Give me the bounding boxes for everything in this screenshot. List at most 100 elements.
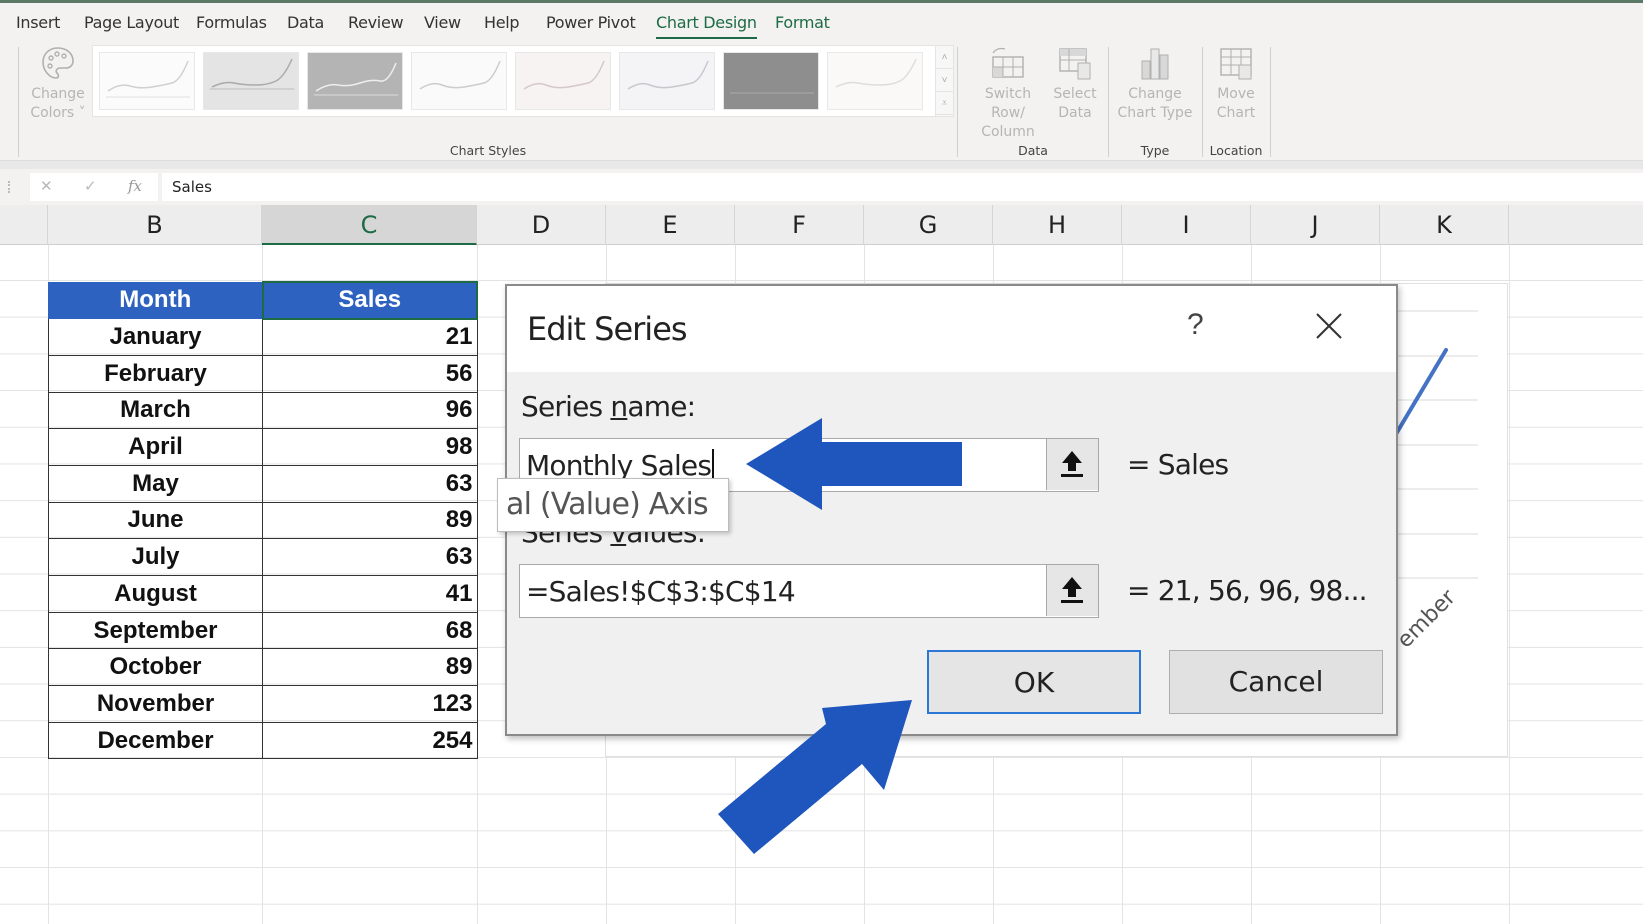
cancel-formula-icon[interactable]: ✕ — [40, 177, 53, 195]
ok-button[interactable]: OK — [927, 650, 1141, 714]
column-header-k[interactable]: K — [1380, 205, 1509, 245]
month-header-cell[interactable]: Month — [48, 281, 263, 320]
sales-cell[interactable]: 89 — [262, 648, 478, 687]
sales-cell[interactable]: 98 — [262, 428, 478, 466]
column-header-b[interactable]: B — [48, 205, 262, 245]
series-values-collapse-button[interactable] — [1046, 565, 1098, 616]
chart-style-6[interactable] — [619, 52, 715, 110]
month-cell[interactable]: November — [48, 685, 263, 723]
month-cell[interactable]: April — [48, 428, 263, 466]
chart-style-3[interactable] — [307, 52, 403, 110]
grid-line — [1509, 245, 1510, 924]
sales-cell[interactable]: 41 — [262, 575, 478, 613]
sales-cell[interactable]: 123 — [262, 685, 478, 723]
gallery-scroll-up-icon[interactable]: ˄ — [936, 46, 953, 69]
ribbon-separator — [957, 47, 958, 157]
column-header-h[interactable]: H — [993, 205, 1122, 245]
location-group-label: Location — [1209, 143, 1263, 158]
month-cell[interactable]: June — [48, 501, 263, 540]
column-header-e[interactable]: E — [606, 205, 735, 245]
series-name-label: Series name: — [521, 390, 696, 423]
column-header-g[interactable]: G — [864, 205, 993, 245]
column-header-d[interactable]: D — [477, 205, 606, 245]
change-colors-label-2: Colors ˅ — [30, 105, 86, 121]
switch-row-column-button[interactable]: Switch Row/ Column — [966, 45, 1050, 142]
sales-header-cell[interactable]: Sales — [261, 281, 478, 320]
label-text: ame: — [627, 390, 696, 423]
tab-data[interactable]: Data — [287, 13, 324, 32]
tab-power-pivot[interactable]: Power Pivot — [546, 13, 636, 32]
month-cell[interactable]: March — [48, 391, 263, 430]
select-data-button[interactable]: Select Data — [1050, 45, 1100, 123]
palette-icon — [42, 47, 74, 79]
close-icon[interactable] — [1313, 310, 1345, 342]
label-text: Series — [521, 390, 611, 423]
formula-bar-grip-icon[interactable] — [8, 181, 12, 193]
help-icon[interactable]: ? — [1187, 308, 1204, 342]
cancel-button[interactable]: Cancel — [1169, 650, 1383, 714]
change-chart-type-button[interactable]: Change Chart Type — [1114, 45, 1196, 123]
tab-review[interactable]: Review — [348, 13, 404, 32]
series-line-segment[interactable] — [1394, 348, 1448, 436]
gallery-more-icon[interactable]: ⩡ — [936, 92, 953, 115]
chart-styles-gallery[interactable]: ˄ ˅ ⩡ — [92, 45, 954, 117]
chart-style-preview — [314, 62, 398, 96]
select-all-corner[interactable] — [0, 205, 48, 245]
month-cell[interactable]: August — [48, 575, 263, 613]
chart-style-preview — [523, 60, 605, 90]
change-colors-button[interactable]: Change Colors ˅ — [28, 45, 88, 123]
chart-gridlines — [1396, 310, 1478, 579]
tab-insert[interactable]: Insert — [16, 13, 60, 32]
tab-page-layout[interactable]: Page Layout — [84, 13, 179, 32]
sales-cell[interactable]: 89 — [262, 501, 478, 540]
sales-cell[interactable]: 68 — [262, 611, 478, 650]
chart-style-2[interactable] — [203, 52, 299, 110]
gallery-scroll-down-icon[interactable]: ˅ — [936, 69, 953, 92]
month-cell[interactable]: July — [48, 538, 263, 576]
ribbon-separator — [1270, 47, 1271, 157]
sales-cell[interactable]: 63 — [262, 464, 478, 503]
gallery-scrollbar: ˄ ˅ ⩡ — [935, 46, 953, 116]
sales-cell[interactable]: 56 — [262, 354, 478, 393]
month-cell[interactable]: May — [48, 464, 263, 503]
month-cell[interactable]: September — [48, 611, 263, 650]
sales-cell[interactable]: 63 — [262, 538, 478, 576]
sales-cell[interactable]: 21 — [262, 318, 478, 356]
column-header-l[interactable] — [1509, 205, 1643, 245]
table-row: December 254 — [48, 721, 478, 760]
series-name-collapse-button[interactable] — [1046, 439, 1098, 490]
tab-help[interactable]: Help — [484, 13, 520, 32]
axis-tooltip: al (Value) Axis — [497, 478, 729, 532]
month-cell[interactable]: February — [48, 354, 263, 393]
switch-row-column-label-1: Switch Row/ — [984, 86, 1032, 121]
collapse-dialog-icon — [1061, 577, 1083, 603]
chart-style-preview — [835, 58, 917, 88]
chart-style-7[interactable] — [723, 52, 819, 110]
chart-style-5[interactable] — [515, 52, 611, 110]
column-header-i[interactable]: I — [1122, 205, 1251, 245]
enter-formula-icon[interactable]: ✓ — [84, 177, 97, 195]
column-header-j[interactable]: J — [1251, 205, 1380, 245]
table-row: November 123 — [48, 685, 478, 723]
sales-cell[interactable]: 96 — [262, 391, 478, 430]
column-header-f[interactable]: F — [735, 205, 864, 245]
chart-style-preview — [730, 92, 814, 94]
month-cell[interactable]: October — [48, 648, 263, 687]
chart-style-preview — [210, 58, 294, 90]
insert-function-icon[interactable]: fx — [128, 177, 142, 195]
chart-style-8[interactable] — [827, 52, 923, 110]
month-cell[interactable]: December — [48, 721, 263, 760]
tab-view[interactable]: View — [424, 13, 461, 32]
month-cell[interactable]: January — [48, 318, 263, 356]
column-header-c[interactable]: C — [262, 205, 477, 245]
move-chart-button[interactable]: Move Chart — [1206, 45, 1266, 123]
tab-formulas[interactable]: Formulas — [196, 13, 267, 32]
tab-format[interactable]: Format — [775, 13, 830, 32]
chart-style-4[interactable] — [411, 52, 507, 110]
series-values-input[interactable]: =Sales!$C$3:$C$14 — [519, 564, 1099, 618]
formula-input[interactable]: Sales — [162, 173, 1643, 201]
table-row: July 63 — [48, 538, 478, 576]
chart-style-1[interactable] — [99, 52, 195, 110]
tab-chart-design[interactable]: Chart Design — [656, 13, 757, 40]
sales-cell[interactable]: 254 — [262, 721, 478, 760]
